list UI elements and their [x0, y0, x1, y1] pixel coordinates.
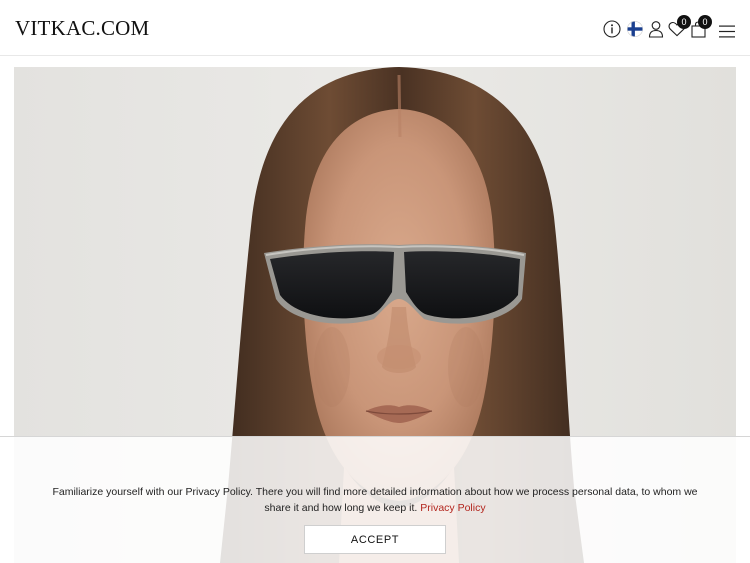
page: VITKAC.COM 0 0 Familiarize yourself with…: [0, 0, 750, 563]
cookie-message-text: Familiarize yourself with our Privacy Po…: [52, 486, 698, 514]
accept-cookies-button[interactable]: ACCEPT: [304, 525, 446, 554]
cookie-message: Familiarize yourself with our Privacy Po…: [40, 484, 710, 516]
finland-flag-icon[interactable]: [627, 21, 643, 37]
wishlist-count-badge: 0: [677, 15, 691, 29]
privacy-policy-link[interactable]: Privacy Policy: [420, 502, 485, 514]
user-icon[interactable]: [648, 20, 664, 38]
site-header: VITKAC.COM 0 0: [0, 0, 750, 56]
cookie-consent-bar: Familiarize yourself with our Privacy Po…: [0, 436, 750, 563]
cart-count-badge: 0: [698, 15, 712, 29]
site-logo[interactable]: VITKAC.COM: [15, 16, 149, 40]
cart-button[interactable]: 0: [691, 15, 712, 38]
info-icon[interactable]: [603, 20, 621, 38]
menu-icon[interactable]: [719, 25, 735, 38]
wishlist-button[interactable]: 0: [668, 15, 691, 37]
